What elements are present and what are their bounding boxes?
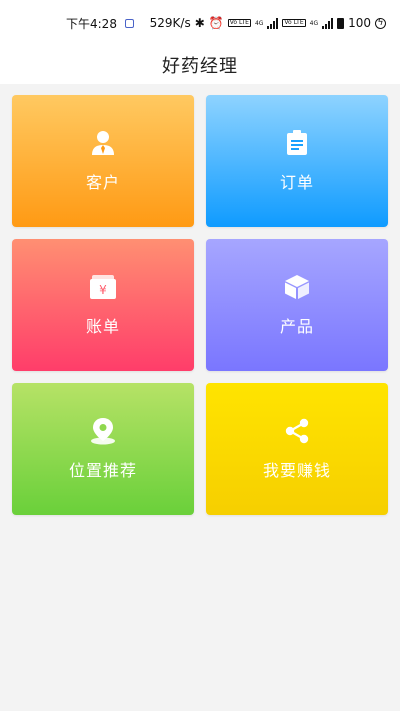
tile-label: 客户 (85, 173, 120, 192)
tile-customers[interactable]: 客户 (12, 95, 194, 227)
tile-label: 订单 (279, 173, 314, 192)
status-time: 下午4:28 (66, 16, 117, 31)
signal-icon-1 (267, 17, 279, 29)
network-speed: 529K/s (149, 16, 191, 30)
tile-label: 位置推荐 (68, 461, 137, 480)
charging-icon: ϟ (375, 17, 386, 29)
wallet-icon: ¥ (89, 273, 117, 301)
status-left: 下午4:28 (66, 15, 134, 32)
location-pin-icon (89, 417, 117, 445)
signal-icon-2 (322, 17, 334, 29)
volte-badge-1: Vo LTE (227, 19, 251, 27)
status-bar: 下午4:28 529K/s ✱ ⏰ Vo LTE 4G Vo LTE 4G 10… (0, 0, 400, 46)
app-header: 好药经理 (0, 46, 400, 84)
network-type-2: 4G (309, 19, 319, 27)
battery-icon (337, 17, 345, 29)
tile-earn-money[interactable]: 我要赚钱 (206, 383, 388, 515)
page-title: 好药经理 (162, 56, 238, 77)
battery-level: 100 (348, 16, 371, 30)
tile-label: 产品 (279, 317, 314, 336)
clipboard-icon (283, 129, 311, 157)
network-type-1: 4G (254, 19, 264, 27)
tile-location-recommend[interactable]: 位置推荐 (12, 383, 194, 515)
customer-icon (89, 129, 117, 157)
alarm-icon: ⏰ (208, 16, 224, 30)
notification-app-icon (124, 18, 134, 28)
tile-products[interactable]: 产品 (206, 239, 388, 371)
tile-label: 账单 (85, 317, 120, 336)
tile-label: 我要赚钱 (262, 461, 331, 480)
tile-orders[interactable]: 订单 (206, 95, 388, 227)
svg-text:¥: ¥ (99, 283, 107, 297)
status-right: 529K/s ✱ ⏰ Vo LTE 4G Vo LTE 4G 100 ϟ (150, 16, 386, 30)
volte-badge-2: Vo LTE (282, 19, 306, 27)
bluetooth-icon: ✱ (194, 16, 205, 30)
share-icon (283, 417, 311, 445)
box-icon (283, 273, 311, 301)
tile-bills[interactable]: ¥ 账单 (12, 239, 194, 371)
